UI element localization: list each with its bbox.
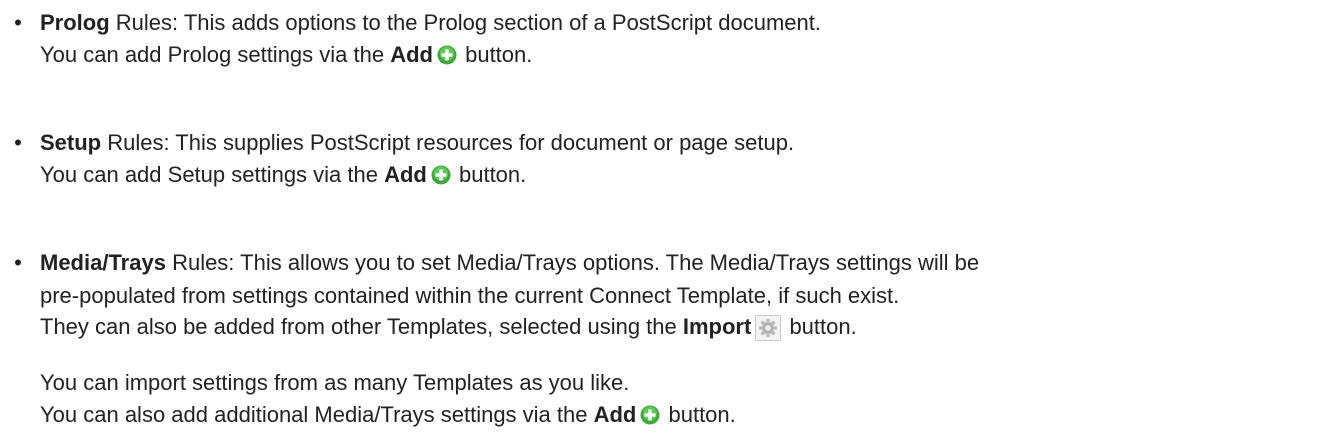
- import-gear-icon: [755, 315, 782, 341]
- text-line: pre-populated from settings contained wi…: [40, 283, 900, 308]
- text-line: You can import settings from as many Tem…: [40, 370, 630, 395]
- text-line: Setup Rules: This supplies PostScript re…: [40, 130, 795, 155]
- import-label: Import: [682, 314, 752, 339]
- text-line: They can also be added from other Templa…: [40, 314, 857, 341]
- bullet: •: [14, 10, 22, 35]
- text-line: You can also add additional Media/Trays …: [40, 402, 736, 427]
- add-plus-icon: [640, 403, 660, 425]
- add-plus-icon: [437, 43, 457, 65]
- item-title: Setup: [40, 130, 102, 155]
- text-line: You can add Prolog settings via the Add …: [40, 42, 533, 67]
- text-line: You can add Setup settings via the Add b…: [40, 162, 527, 187]
- document-body: • Prolog Rules: This adds options to the…: [0, 0, 1318, 446]
- item-title: Prolog: [40, 10, 110, 35]
- add-label: Add: [390, 42, 433, 67]
- bullet: •: [14, 130, 22, 155]
- bullet: •: [14, 250, 22, 275]
- text-line: Prolog Rules: This adds options to the P…: [40, 10, 821, 35]
- item-title: Media/Trays: [40, 250, 166, 275]
- add-plus-icon: [431, 163, 451, 185]
- add-label: Add: [593, 402, 637, 427]
- text-line: Media/Trays Rules: This allows you to se…: [40, 250, 980, 275]
- add-label: Add: [384, 162, 427, 187]
